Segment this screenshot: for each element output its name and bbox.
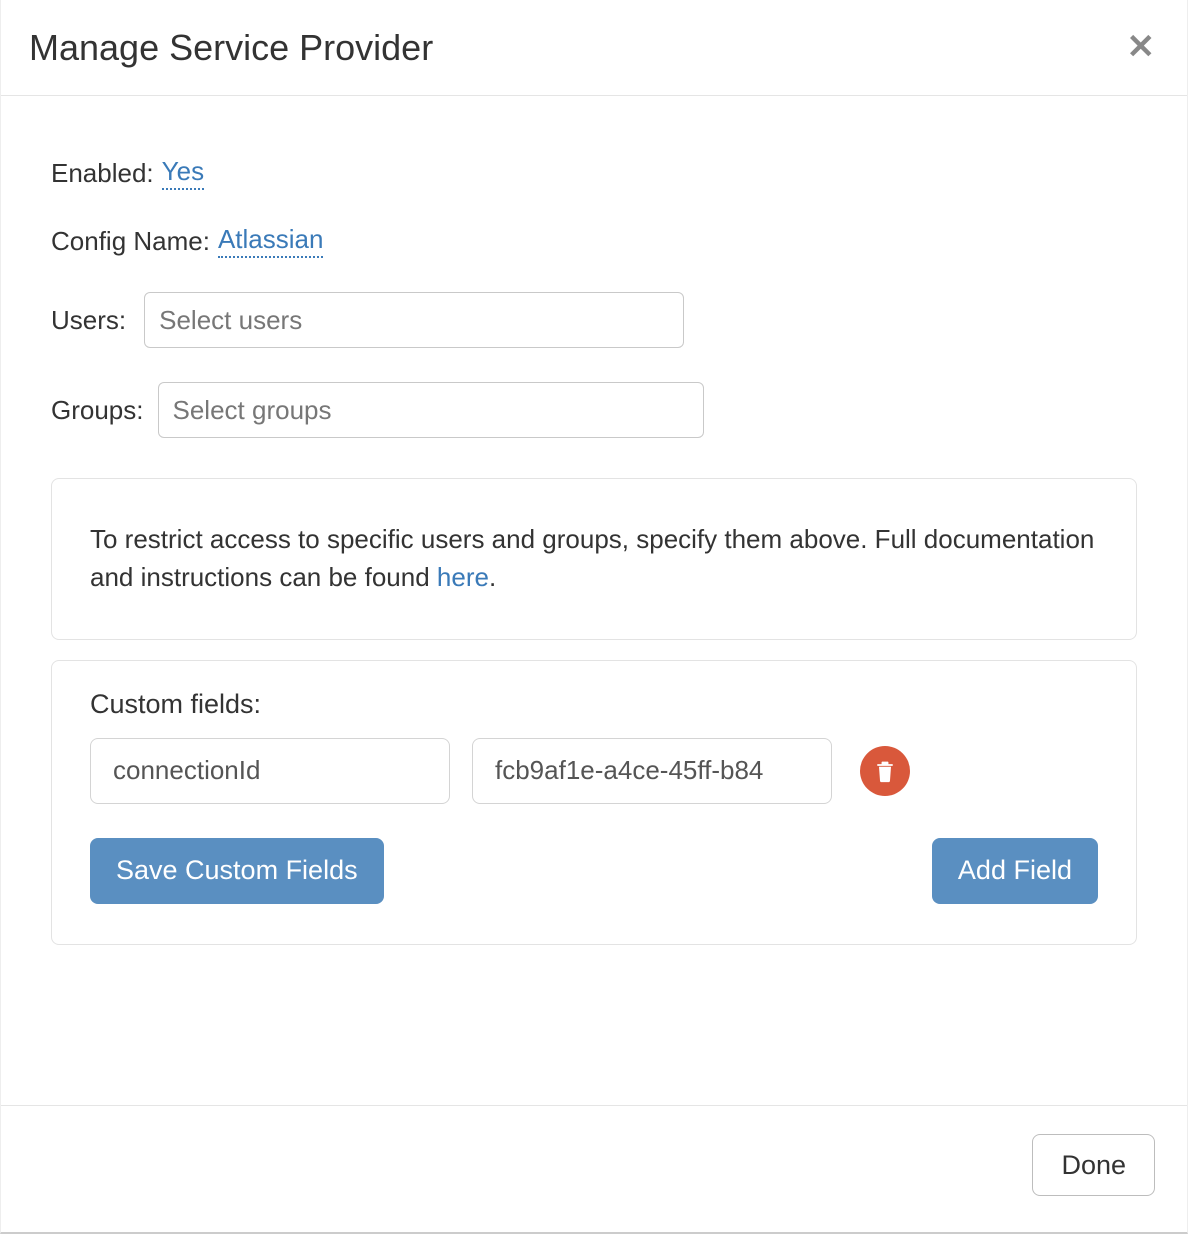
info-box: To restrict access to specific users and… — [51, 478, 1137, 639]
add-field-button[interactable]: Add Field — [932, 838, 1098, 904]
modal-body: Enabled: Yes Config Name: Atlassian User… — [1, 96, 1187, 1105]
save-custom-fields-button[interactable]: Save Custom Fields — [90, 838, 384, 904]
enabled-value-toggle[interactable]: Yes — [162, 156, 204, 190]
trash-icon — [874, 759, 896, 783]
delete-field-button[interactable] — [860, 746, 910, 796]
close-icon[interactable]: ✕ — [1123, 26, 1160, 68]
info-text-after: . — [489, 562, 496, 592]
modal-footer: Done — [1, 1105, 1187, 1232]
custom-buttons-row: Save Custom Fields Add Field — [90, 838, 1098, 904]
config-name-row: Config Name: Atlassian — [51, 224, 1137, 258]
custom-field-key-input[interactable] — [90, 738, 450, 804]
custom-field-row — [90, 738, 1098, 804]
modal-title: Manage Service Provider — [29, 26, 433, 69]
users-row: Users: Select users — [51, 292, 1137, 348]
docs-link[interactable]: here — [437, 562, 489, 592]
groups-row: Groups: Select groups — [51, 382, 1137, 438]
config-name-label: Config Name: — [51, 226, 210, 257]
custom-fields-heading: Custom fields: — [90, 689, 1098, 720]
users-label: Users: — [51, 305, 126, 336]
manage-service-provider-modal: Manage Service Provider ✕ Enabled: Yes C… — [0, 0, 1188, 1234]
custom-fields-box: Custom fields: Save Custom Fields Add Fi… — [51, 660, 1137, 945]
done-button[interactable]: Done — [1032, 1134, 1155, 1196]
custom-field-value-input[interactable] — [472, 738, 832, 804]
enabled-row: Enabled: Yes — [51, 156, 1137, 190]
info-text-before: To restrict access to specific users and… — [90, 524, 1094, 592]
modal-header: Manage Service Provider ✕ — [1, 0, 1187, 96]
config-name-value[interactable]: Atlassian — [218, 224, 324, 258]
enabled-label: Enabled: — [51, 158, 154, 189]
groups-label: Groups: — [51, 395, 144, 426]
groups-select[interactable]: Select groups — [158, 382, 704, 438]
users-select[interactable]: Select users — [144, 292, 684, 348]
